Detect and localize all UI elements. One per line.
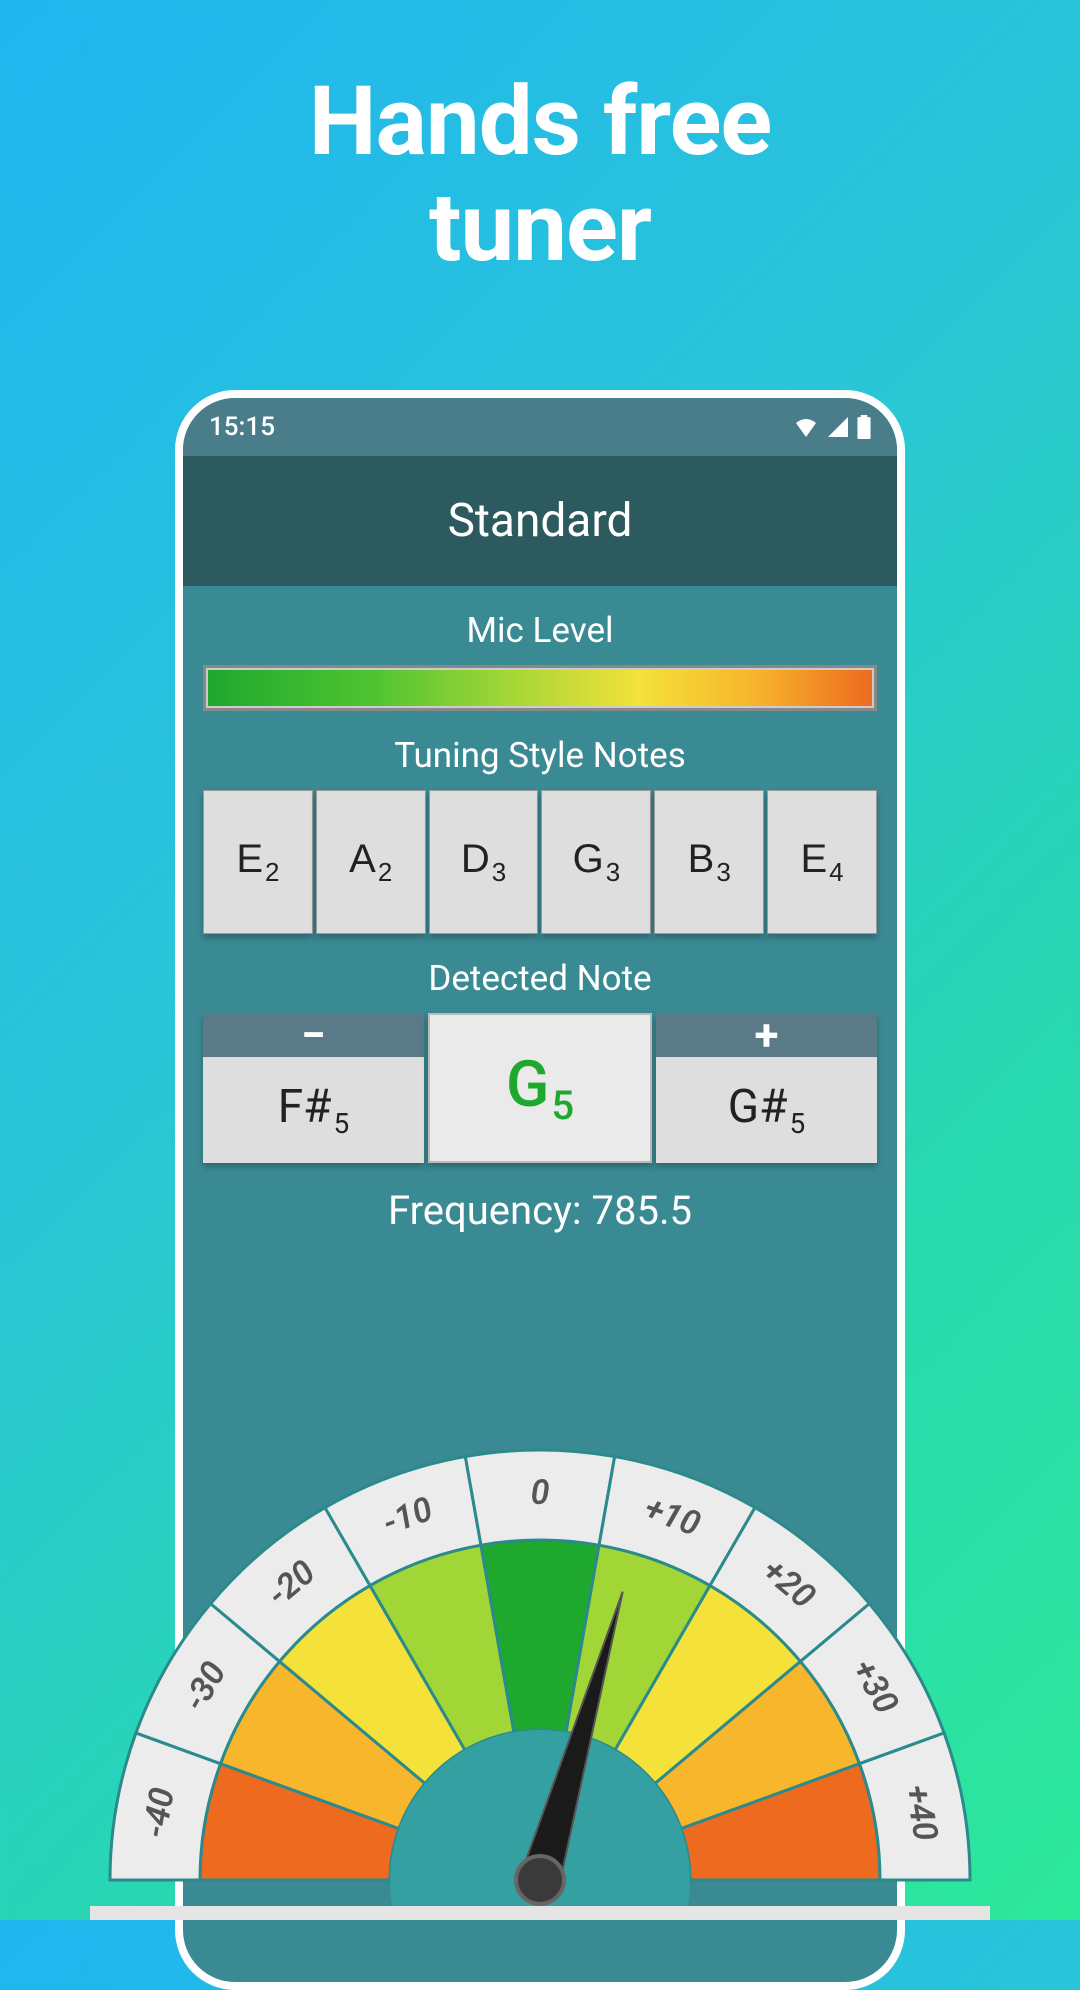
tuning-note-button[interactable]: D3 bbox=[429, 790, 539, 934]
detected-center-note: G5 bbox=[428, 1013, 652, 1163]
hero-title: Hands free tuner bbox=[0, 0, 1080, 281]
status-time: 15:15 bbox=[209, 412, 275, 442]
content-area: Mic Level Tuning Style Notes E2 A2 D3 G3… bbox=[183, 586, 897, 1258]
mic-level-label: Mic Level bbox=[203, 610, 877, 651]
wifi-icon bbox=[793, 417, 819, 437]
detected-upper-note: G#5 bbox=[656, 1057, 877, 1163]
detected-note-row: − F#5 G5 + G#5 bbox=[203, 1013, 877, 1163]
mic-level-fill bbox=[208, 670, 872, 706]
svg-text:0: 0 bbox=[531, 1473, 550, 1513]
tuning-mode-header[interactable]: Standard bbox=[183, 456, 897, 586]
tuning-note-button[interactable]: G3 bbox=[541, 790, 651, 934]
status-icons bbox=[793, 415, 871, 439]
tuning-notes-row: E2 A2 D3 G3 B3 E4 bbox=[203, 790, 877, 934]
signal-icon bbox=[827, 417, 849, 437]
cents-gauge: -40-30-20-100+10+20+30+40 bbox=[90, 1440, 990, 1920]
svg-text:-40: -40 bbox=[135, 1785, 183, 1841]
detected-upper: + G#5 bbox=[656, 1013, 877, 1163]
mic-level-meter bbox=[203, 665, 877, 711]
tuning-note-button[interactable]: E2 bbox=[203, 790, 313, 934]
status-bar: 15:15 bbox=[183, 398, 897, 456]
tuning-note-button[interactable]: B3 bbox=[654, 790, 764, 934]
plus-icon: + bbox=[656, 1013, 877, 1057]
detected-lower-note: F#5 bbox=[203, 1057, 424, 1163]
gauge-base-bar bbox=[90, 1906, 990, 1920]
detected-lower: − F#5 bbox=[203, 1013, 424, 1163]
tuning-notes-label: Tuning Style Notes bbox=[203, 735, 877, 776]
tuning-note-button[interactable]: E4 bbox=[767, 790, 877, 934]
battery-icon bbox=[857, 415, 871, 439]
detected-note-label: Detected Note bbox=[203, 958, 877, 999]
frequency-readout: Frequency: 785.5 bbox=[203, 1187, 877, 1234]
gauge-dial: -40-30-20-100+10+20+30+40 bbox=[100, 1440, 980, 1910]
minus-icon: − bbox=[203, 1013, 424, 1057]
tuning-note-button[interactable]: A2 bbox=[316, 790, 426, 934]
